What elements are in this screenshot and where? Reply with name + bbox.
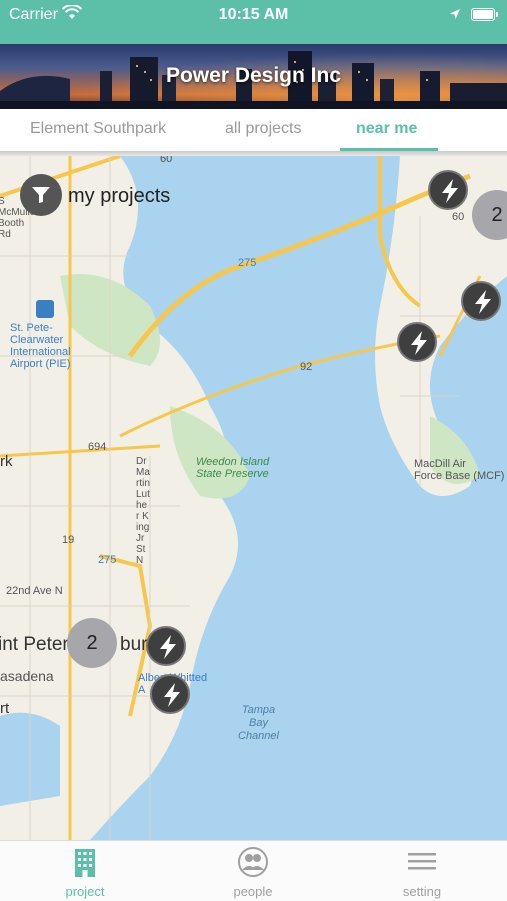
lightning-bolt-icon bbox=[475, 290, 491, 314]
status-bar: Carrier 10:15 AM bbox=[0, 0, 507, 44]
tab-setting[interactable]: setting bbox=[362, 847, 482, 899]
company-title: Power Design Inc bbox=[165, 64, 342, 87]
project-pin[interactable] bbox=[146, 626, 186, 666]
header-banner: Power Design Inc bbox=[0, 44, 507, 109]
project-pin[interactable] bbox=[461, 281, 501, 321]
road-92-label: 92 bbox=[300, 361, 313, 373]
tab-project-label: project bbox=[65, 884, 105, 899]
building-icon bbox=[75, 849, 95, 877]
filter-button[interactable] bbox=[20, 174, 62, 216]
people-icon bbox=[238, 847, 268, 877]
road-19-label: 19 bbox=[62, 534, 75, 546]
pasadena-label: asadena bbox=[0, 668, 54, 684]
project-filter-tabs: Element Southpark all projects near me bbox=[0, 109, 507, 151]
road-60-right-label: 60 bbox=[452, 211, 465, 223]
bottom-tab-bar: project people setting bbox=[0, 840, 507, 901]
tampa-bay-channel-label: Tampa Bay Channel bbox=[238, 704, 279, 742]
airport-pie-label: St. Pete- Clearwater International Airpo… bbox=[10, 322, 71, 370]
filter-label[interactable]: my projects bbox=[68, 185, 170, 208]
project-pin[interactable] bbox=[397, 322, 437, 362]
lightning-bolt-icon bbox=[442, 179, 458, 203]
tab-all-projects[interactable]: all projects bbox=[225, 120, 301, 138]
tab-setting-label: setting bbox=[402, 884, 442, 899]
interstate-275-south-label: 275 bbox=[98, 554, 117, 566]
menu-icon bbox=[408, 853, 436, 870]
tab-element-southpark[interactable]: Element Southpark bbox=[30, 120, 166, 138]
battery-icon bbox=[471, 8, 498, 21]
macdill-label: MacDill Air Force Base (MCF) bbox=[414, 458, 505, 482]
project-cluster[interactable]: 2 bbox=[67, 618, 117, 668]
lightning-bolt-icon bbox=[164, 683, 180, 707]
location-arrow-icon bbox=[449, 7, 461, 25]
tab-people[interactable]: people bbox=[193, 847, 313, 899]
22nd-ave-label: 22nd Ave N bbox=[6, 585, 63, 597]
road-694-label: 694 bbox=[88, 441, 107, 453]
road-60-label: 60 bbox=[160, 156, 173, 165]
park-label: rk bbox=[0, 453, 13, 470]
tab-near-me[interactable]: near me bbox=[356, 120, 417, 138]
lightning-bolt-icon bbox=[160, 635, 176, 659]
project-pin[interactable] bbox=[150, 674, 190, 714]
rt-label: rt bbox=[0, 700, 10, 717]
lightning-bolt-icon bbox=[411, 331, 427, 355]
map-view[interactable]: 60 60 S McMullen Booth Rd 275 92 St. Pet… bbox=[0, 156, 507, 840]
weedon-island-label: Weedon Island State Preserve bbox=[196, 456, 270, 480]
filter-icon bbox=[32, 187, 50, 203]
interstate-275-label: 275 bbox=[238, 257, 257, 269]
mlk-street-label: Dr Martin Luther King Jr St N bbox=[136, 456, 150, 566]
clock: 10:15 AM bbox=[218, 6, 289, 23]
tab-project[interactable]: project bbox=[25, 847, 145, 899]
tab-people-label: people bbox=[233, 884, 273, 899]
project-pin[interactable] bbox=[428, 170, 468, 210]
